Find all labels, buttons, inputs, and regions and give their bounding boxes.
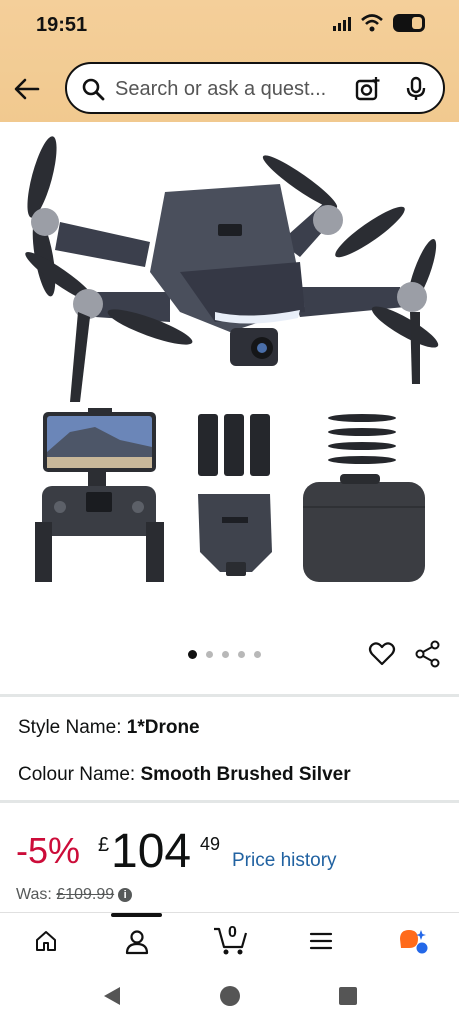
search-bar[interactable]: Search or ask a quest... [65, 62, 445, 114]
heart-icon[interactable] [368, 640, 396, 668]
cart-icon[interactable]: 0 [212, 923, 248, 957]
bottom-navigation: 0 [0, 912, 459, 970]
header: 19:51 Search or ask a quest... [0, 0, 459, 122]
home-icon[interactable] [34, 929, 58, 953]
search-icon [82, 78, 105, 101]
battery-icon [393, 14, 425, 32]
system-navigation-bar [0, 970, 459, 1024]
carousel-dot[interactable] [238, 651, 245, 658]
status-time: 19:51 [36, 14, 88, 36]
colour-name-value: Smooth Brushed Silver [140, 764, 351, 785]
price-whole: 104 [111, 825, 192, 878]
was-price: Was: £109.99 i [16, 886, 133, 904]
currency-symbol: £ [98, 834, 110, 856]
system-recents-icon[interactable] [338, 986, 358, 1006]
product-image-gallery[interactable] [0, 122, 459, 642]
divider [0, 694, 459, 697]
discount-percentage: -5% [16, 830, 81, 871]
carousel-dot[interactable] [188, 650, 197, 659]
menu-icon[interactable] [309, 931, 333, 951]
wifi-icon [361, 14, 383, 32]
divider [0, 800, 459, 803]
share-icon[interactable] [414, 640, 442, 668]
price-fraction: 49 [200, 834, 221, 854]
style-name-value: 1*Drone [126, 717, 200, 738]
microphone-icon[interactable] [405, 76, 427, 102]
carousel-dot[interactable] [222, 651, 229, 658]
signal-icon [333, 15, 351, 31]
status-bar: 19:51 [0, 0, 459, 50]
colour-name-row[interactable]: Colour Name: Smooth Brushed Silver [18, 764, 351, 786]
back-arrow-icon[interactable] [12, 74, 42, 104]
search-input[interactable]: Search or ask a quest... [115, 78, 326, 101]
system-back-icon[interactable] [102, 985, 122, 1007]
carousel-dot[interactable] [254, 651, 261, 658]
info-icon[interactable]: i [118, 888, 133, 902]
product-image [25, 136, 439, 582]
selected-tab-indicator [111, 913, 162, 917]
style-name-row[interactable]: Style Name: 1*Drone [18, 717, 200, 739]
price-history-link[interactable]: Price history [232, 850, 337, 872]
account-icon[interactable] [124, 929, 150, 955]
image-carousel-dots[interactable] [188, 650, 261, 659]
camera-search-icon[interactable] [355, 76, 381, 102]
cart-count: 0 [228, 924, 237, 941]
carousel-dot[interactable] [206, 651, 213, 658]
system-home-icon[interactable] [219, 985, 241, 1007]
rufus-icon[interactable] [397, 927, 429, 955]
